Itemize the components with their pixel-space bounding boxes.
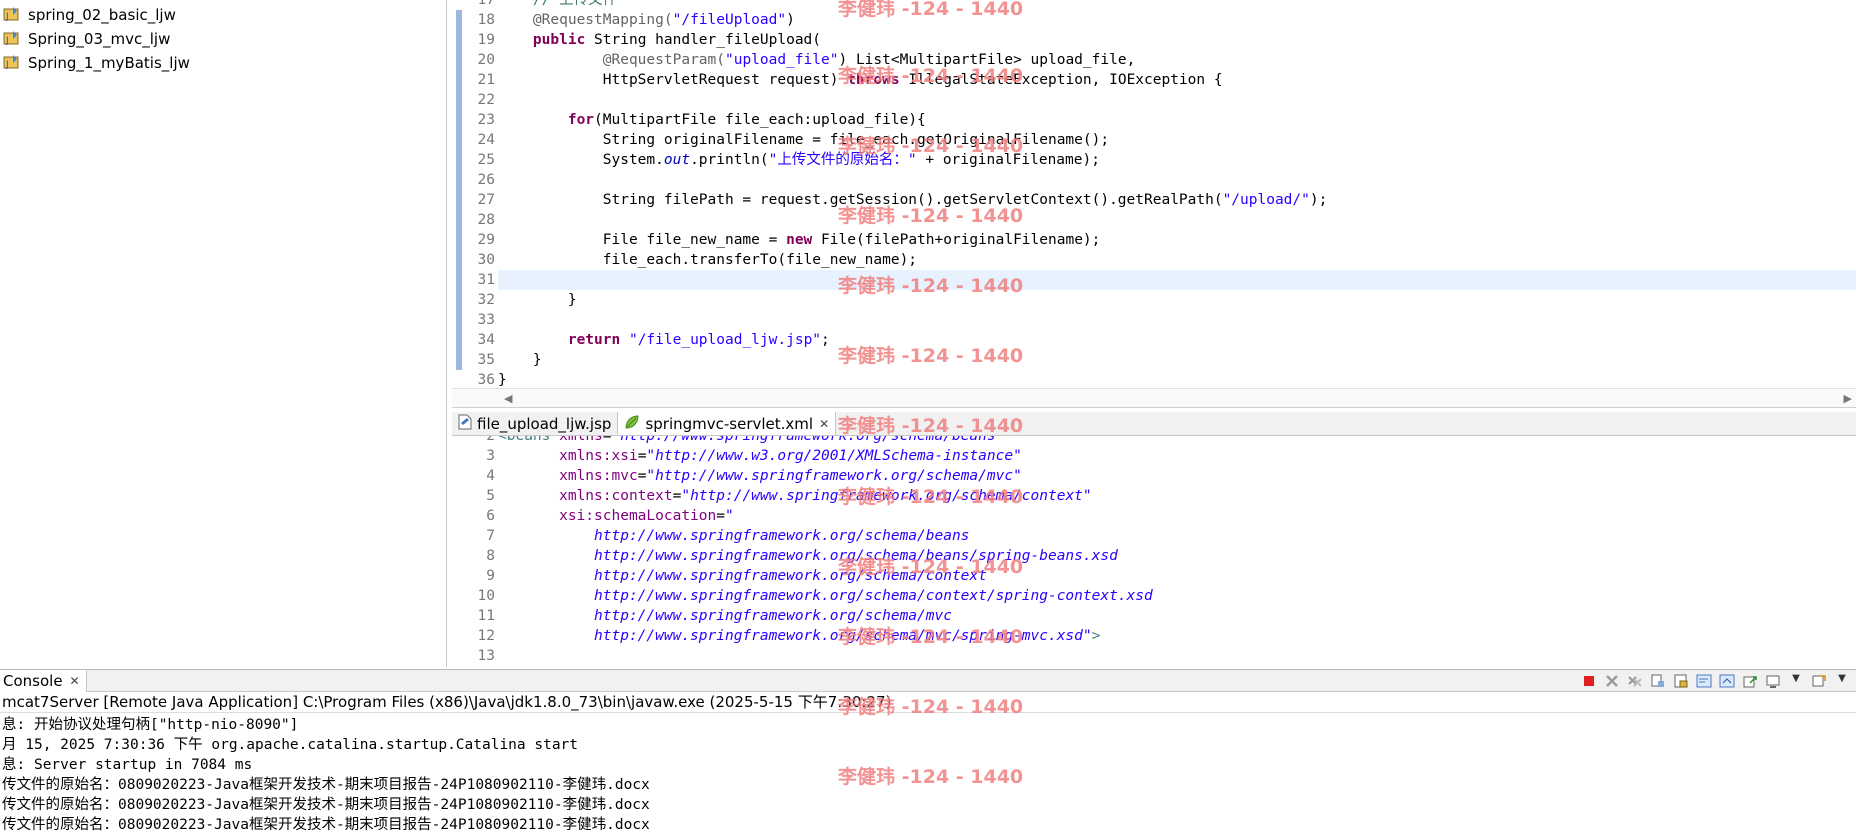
console-view: Console ✕ ▼ ▼ mcat7Server [Remote Java A…	[0, 669, 1856, 833]
tab-label: springmvc-servlet.xml	[645, 414, 814, 433]
remove-launch-icon[interactable]	[1604, 673, 1620, 689]
console-line: 传文件的原始名：0809020223-Java框架开发技术-期末项目报告-24P…	[2, 777, 650, 793]
svg-text:J: J	[5, 12, 9, 22]
line-number-gutter: 17 18 19 20 21 22 23 24 25 26 27 28 29 3…	[477, 0, 495, 388]
scroll-left-icon[interactable]: ◀	[504, 392, 512, 405]
project-item-label: Spring_03_mvc_ljw	[28, 30, 171, 48]
console-description: mcat7Server [Remote Java Application] C:…	[0, 692, 1856, 713]
console-tab-bar: Console ✕ ▼ ▼	[0, 669, 1856, 692]
java-project-icon: J	[3, 54, 21, 72]
console-line: 传文件的原始名：0809020223-Java框架开发技术-期末项目报告-24P…	[2, 797, 650, 813]
open-console-icon[interactable]	[1811, 673, 1827, 689]
project-item-label: Spring_1_myBatis_ljw	[28, 54, 190, 72]
xml-file-icon	[624, 414, 640, 434]
tab-label: file_upload_ljw.jsp	[477, 414, 612, 433]
horizontal-scrollbar[interactable]: ◀ ▶	[452, 388, 1856, 408]
jsp-file-icon	[458, 414, 472, 434]
package-explorer: J spring_02_basic_ljw J Spring_03_mvc_lj…	[0, 0, 447, 667]
project-item-spring-1[interactable]: J Spring_1_myBatis_ljw	[3, 53, 190, 73]
word-wrap-icon[interactable]	[1696, 673, 1712, 689]
pin-console-icon[interactable]	[1742, 673, 1758, 689]
change-ruler	[452, 0, 463, 410]
console-line: 息: 开始协议处理句柄["http-nio-8090"]	[2, 717, 299, 733]
console-line: 传文件的原始名：0809020223-Java框架开发技术-期末项目报告-24P…	[2, 817, 650, 833]
scroll-lock-icon[interactable]	[1673, 673, 1689, 689]
show-on-output-icon[interactable]	[1719, 673, 1735, 689]
svg-text:J: J	[5, 60, 9, 70]
editor-tab-bar: file_upload_ljw.jsp springmvc-servlet.xm…	[452, 412, 1856, 436]
line-number-gutter: 2 3 4 5 6 7 8 9 10 11 12 13	[477, 436, 495, 664]
java-code[interactable]: // 上传文件 @RequestMapping("/fileUpload") p…	[498, 0, 1856, 410]
tab-file-upload-jsp[interactable]: file_upload_ljw.jsp	[452, 412, 619, 435]
xml-code[interactable]: <beans xmlns="http://www.springframework…	[498, 436, 1856, 667]
scroll-right-icon[interactable]: ▶	[1844, 392, 1852, 405]
console-toolbar: ▼ ▼	[1581, 673, 1850, 689]
remove-all-terminated-icon[interactable]	[1627, 673, 1643, 689]
tab-springmvc-servlet-xml[interactable]: springmvc-servlet.xml ✕	[618, 412, 837, 435]
console-tab-label: Console	[3, 671, 63, 690]
svg-text:J: J	[5, 36, 9, 46]
console-line: 月 15, 2025 7:30:36 下午 org.apache.catalin…	[2, 737, 579, 753]
java-project-icon: J	[3, 6, 21, 24]
console-line: 息: Server startup in 7084 ms	[2, 757, 253, 773]
terminate-icon[interactable]	[1581, 673, 1597, 689]
chevron-down-icon[interactable]: ▼	[1788, 673, 1804, 689]
chevron-down-icon[interactable]: ▼	[1834, 673, 1850, 689]
java-editor[interactable]: 17 18 19 20 21 22 23 24 25 26 27 28 29 3…	[452, 0, 1856, 410]
tab-console[interactable]: Console ✕	[0, 669, 87, 692]
close-console-icon[interactable]: ✕	[70, 674, 80, 688]
project-item-spring-02[interactable]: J spring_02_basic_ljw	[3, 5, 176, 25]
close-tab-icon[interactable]: ✕	[819, 417, 829, 431]
xml-editor[interactable]: 2 3 4 5 6 7 8 9 10 11 12 13 <beans xmlns…	[452, 436, 1856, 667]
project-item-spring-03[interactable]: J Spring_03_mvc_ljw	[3, 29, 170, 49]
java-project-icon: J	[3, 30, 21, 48]
display-console-icon[interactable]	[1765, 673, 1781, 689]
project-item-label: spring_02_basic_ljw	[28, 6, 176, 24]
clear-console-icon[interactable]	[1650, 673, 1666, 689]
